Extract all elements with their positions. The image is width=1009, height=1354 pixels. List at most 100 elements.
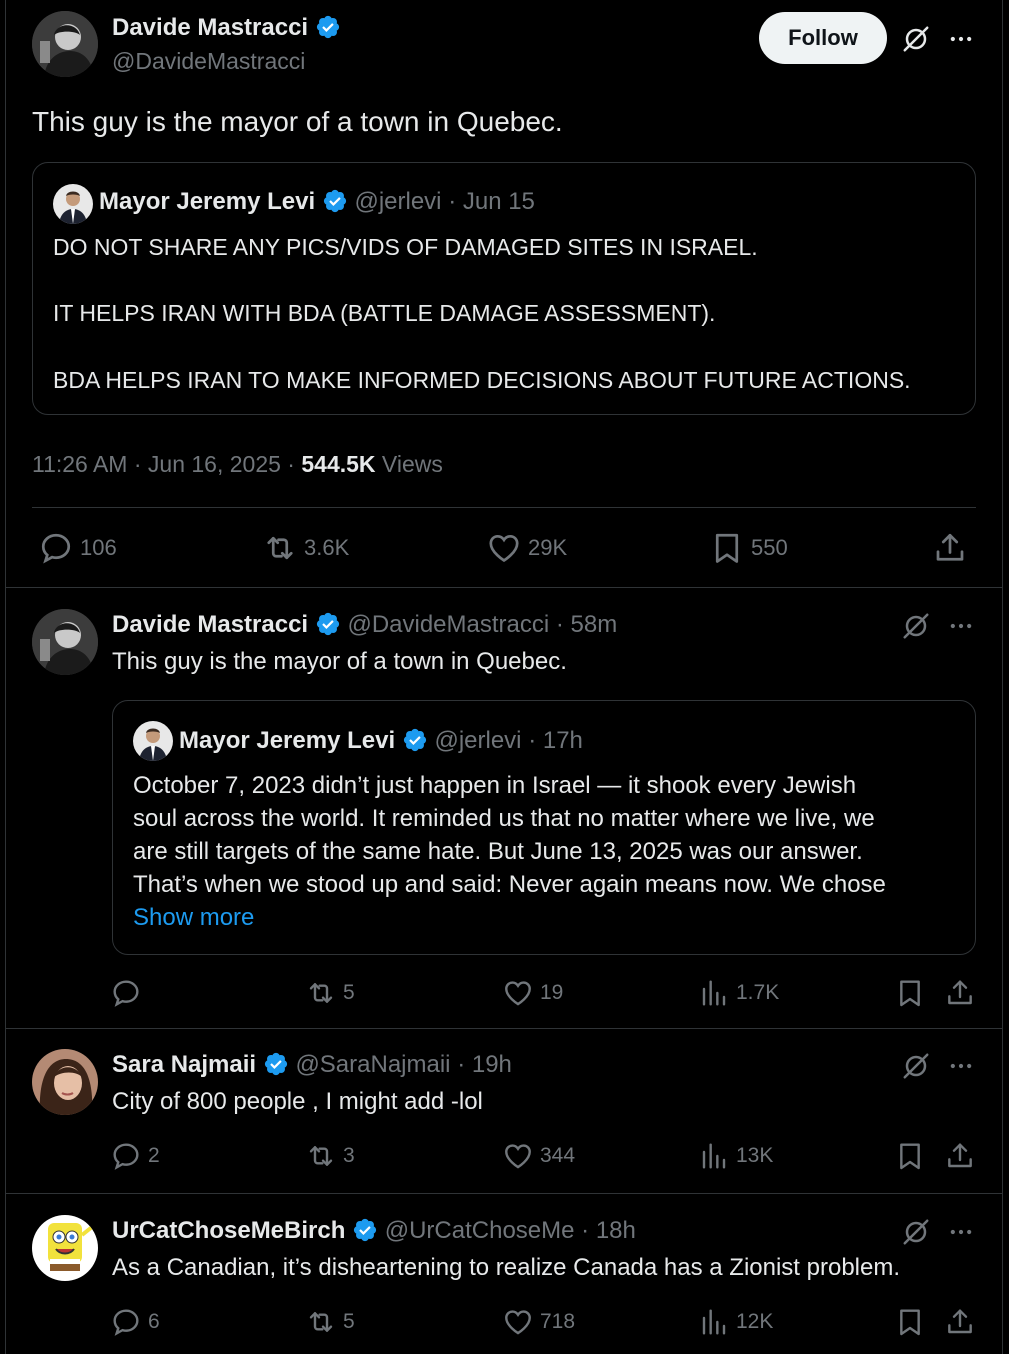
like-icon [502, 977, 534, 1009]
reply-icon [38, 530, 74, 566]
verified-badge-icon [352, 1217, 378, 1243]
quoted-post-date[interactable]: · Jun 15 [448, 188, 535, 215]
like-icon [502, 1140, 534, 1172]
post-text: As a Canadian, it’s disheartening to rea… [112, 1254, 901, 1281]
author-name[interactable]: UrCatChoseMeBirch [112, 1217, 345, 1244]
repost-button[interactable]: 5 [305, 1306, 355, 1338]
like-count: 718 [540, 1310, 576, 1333]
divider [32, 507, 976, 508]
quoted-author-handle[interactable]: @jerlevi [434, 727, 521, 754]
grok-icon[interactable] [901, 1217, 931, 1247]
reply-count: 6 [148, 1310, 160, 1333]
divider [6, 1193, 1003, 1194]
views-button[interactable]: 1.7K [698, 977, 779, 1009]
bookmark-button[interactable]: 550 [709, 530, 788, 566]
reply-header: UrCatChoseMeBirch @UrCatChoseMe · 18h [112, 1216, 636, 1246]
bookmark-icon[interactable] [894, 1306, 926, 1338]
avatar[interactable] [32, 1049, 98, 1115]
like-button[interactable]: 29K [486, 530, 567, 566]
verified-badge-icon [315, 14, 341, 40]
more-options-icon[interactable] [947, 25, 975, 53]
reply-icon [110, 1306, 142, 1338]
more-options-icon[interactable] [947, 1218, 975, 1246]
like-count: 29K [528, 535, 568, 560]
quoted-text-line: IT HELPS IRAN WITH BDA (BATTLE DAMAGE AS… [53, 300, 716, 326]
repost-icon [305, 1140, 337, 1172]
author-handle[interactable]: @UrCatChoseMe [385, 1217, 575, 1244]
grok-icon[interactable] [901, 611, 931, 641]
bookmark-count: 550 [751, 535, 788, 560]
like-button[interactable]: 19 [502, 977, 563, 1009]
post-time[interactable]: · 58m [556, 611, 617, 638]
reply-header: Sara Najmaii @SaraNajmaii · 19h [112, 1050, 512, 1080]
verified-badge-icon [263, 1051, 289, 1077]
author-name[interactable]: Davide Mastracci [112, 611, 308, 638]
reply-header: Davide Mastracci @DavideMastracci · 58m [112, 610, 617, 640]
author-handle[interactable]: @DavideMastracci [112, 46, 305, 76]
reply-icon [110, 977, 142, 1009]
reply-count: 2 [148, 1144, 160, 1167]
quoted-author-name[interactable]: Mayor Jeremy Levi [99, 188, 315, 215]
views-button[interactable]: 12K [698, 1306, 773, 1338]
more-options-icon[interactable] [947, 612, 975, 640]
post-text: This guy is the mayor of a town in Quebe… [32, 106, 563, 137]
more-options-icon[interactable] [947, 1052, 975, 1080]
post-meta: 11:26 AM · Jun 16, 2025 · 544.5K Views [32, 449, 443, 479]
like-button[interactable]: 718 [502, 1306, 575, 1338]
quoted-post[interactable]: Mayor Jeremy Levi @jerlevi · Jun 15 DO N… [32, 162, 976, 415]
reply-button[interactable]: 106 [38, 530, 117, 566]
avatar[interactable] [133, 721, 173, 761]
grok-icon[interactable] [901, 24, 931, 54]
views-label: Views [381, 451, 443, 477]
quoted-text-line: BDA HELPS IRAN TO MAKE INFORMED DECISION… [53, 367, 911, 393]
author-name[interactable]: Davide Mastracci [112, 13, 341, 43]
share-icon[interactable] [932, 530, 968, 566]
verified-badge-icon [402, 727, 428, 753]
avatar[interactable] [53, 184, 93, 224]
author-name[interactable]: Sara Najmaii [112, 1051, 256, 1078]
like-icon [486, 530, 522, 566]
divider [6, 587, 1003, 588]
repost-count: 5 [343, 981, 355, 1004]
like-button[interactable]: 344 [502, 1140, 575, 1172]
repost-button[interactable]: 5 [305, 977, 355, 1009]
quoted-author-handle[interactable]: @jerlevi [354, 188, 441, 215]
author-handle[interactable]: @SaraNajmaii [295, 1051, 450, 1078]
avatar[interactable] [32, 11, 98, 77]
quoted-post-header: Mayor Jeremy Levi @jerlevi · Jun 15 [99, 187, 535, 217]
share-icon[interactable] [944, 1140, 976, 1172]
reply-icon [110, 1140, 142, 1172]
quoted-post-header: Mayor Jeremy Levi @jerlevi · 17h [179, 726, 583, 756]
quoted-text-line: That’s when we stood up and said: Never … [133, 871, 886, 898]
reply-count: 106 [80, 535, 117, 560]
show-more-link[interactable]: Show more [133, 901, 254, 934]
share-icon[interactable] [944, 1306, 976, 1338]
author-name-text[interactable]: Davide Mastracci [112, 14, 308, 41]
quoted-post-time[interactable]: · 17h [528, 727, 583, 754]
bookmark-icon[interactable] [894, 977, 926, 1009]
post-time[interactable]: · 18h [581, 1217, 636, 1244]
post-time[interactable]: · 19h [457, 1051, 512, 1078]
quoted-author-name[interactable]: Mayor Jeremy Levi [179, 727, 395, 754]
views-icon [698, 1306, 730, 1338]
grok-icon[interactable] [901, 1051, 931, 1081]
author-handle[interactable]: @DavideMastracci [347, 611, 549, 638]
follow-button[interactable]: Follow [759, 12, 887, 64]
avatar[interactable] [32, 609, 98, 675]
post-timestamp[interactable]: 11:26 AM · Jun 16, 2025 · [32, 451, 295, 477]
post-text: This guy is the mayor of a town in Quebe… [112, 648, 567, 675]
views-button[interactable]: 13K [698, 1140, 773, 1172]
repost-count: 3 [343, 1144, 355, 1167]
reply-button[interactable]: 6 [110, 1306, 160, 1338]
repost-button[interactable]: 3 [305, 1140, 355, 1172]
views-icon [698, 1140, 730, 1172]
avatar[interactable] [32, 1215, 98, 1281]
share-icon[interactable] [944, 977, 976, 1009]
verified-badge-icon [315, 611, 341, 637]
post-text: City of 800 people , I might add -lol [112, 1088, 483, 1115]
quoted-post[interactable]: Mayor Jeremy Levi @jerlevi · 17h October… [112, 700, 976, 955]
bookmark-icon[interactable] [894, 1140, 926, 1172]
reply-button[interactable]: 2 [110, 1140, 160, 1172]
reply-button[interactable] [110, 977, 148, 1009]
repost-button[interactable]: 3.6K [262, 530, 349, 566]
